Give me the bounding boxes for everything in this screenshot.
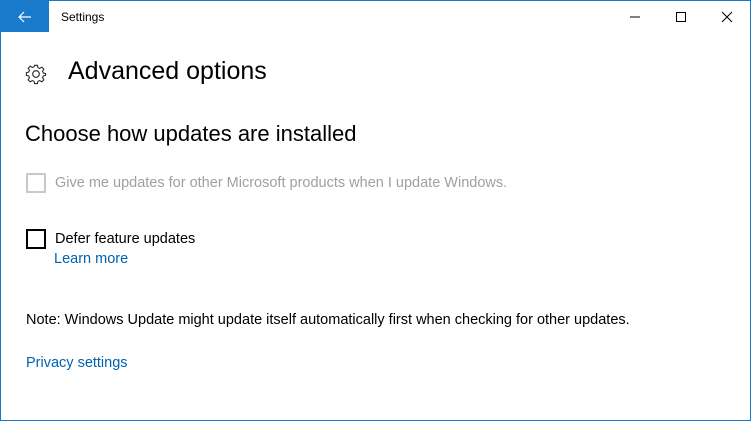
minimize-icon xyxy=(630,16,640,17)
defer-feature-updates-checkbox[interactable] xyxy=(26,229,46,249)
settings-window: Settings Advanced options Choose how upd… xyxy=(0,0,751,421)
maximize-icon xyxy=(676,11,686,22)
maximize-button[interactable] xyxy=(658,1,704,32)
defer-feature-updates-option[interactable]: Defer feature updates xyxy=(26,229,195,249)
minimize-button[interactable] xyxy=(612,1,658,32)
back-arrow-icon xyxy=(18,11,31,22)
back-button[interactable] xyxy=(1,1,49,32)
title-bar: Settings xyxy=(1,1,750,32)
other-products-option: Give me updates for other Microsoft prod… xyxy=(26,173,507,193)
update-note: Note: Windows Update might update itself… xyxy=(26,312,630,328)
privacy-settings-link[interactable]: Privacy settings xyxy=(26,355,128,371)
close-button[interactable] xyxy=(704,1,750,32)
learn-more-link[interactable]: Learn more xyxy=(54,251,128,267)
defer-feature-updates-label[interactable]: Defer feature updates xyxy=(55,231,195,247)
close-icon xyxy=(721,11,733,22)
app-title: Settings xyxy=(61,10,105,24)
other-products-label: Give me updates for other Microsoft prod… xyxy=(55,175,508,191)
section-heading: Choose how updates are installed xyxy=(25,121,357,146)
other-products-checkbox xyxy=(26,173,46,193)
page-title: Advanced options xyxy=(68,57,267,85)
gear-icon xyxy=(25,64,47,85)
